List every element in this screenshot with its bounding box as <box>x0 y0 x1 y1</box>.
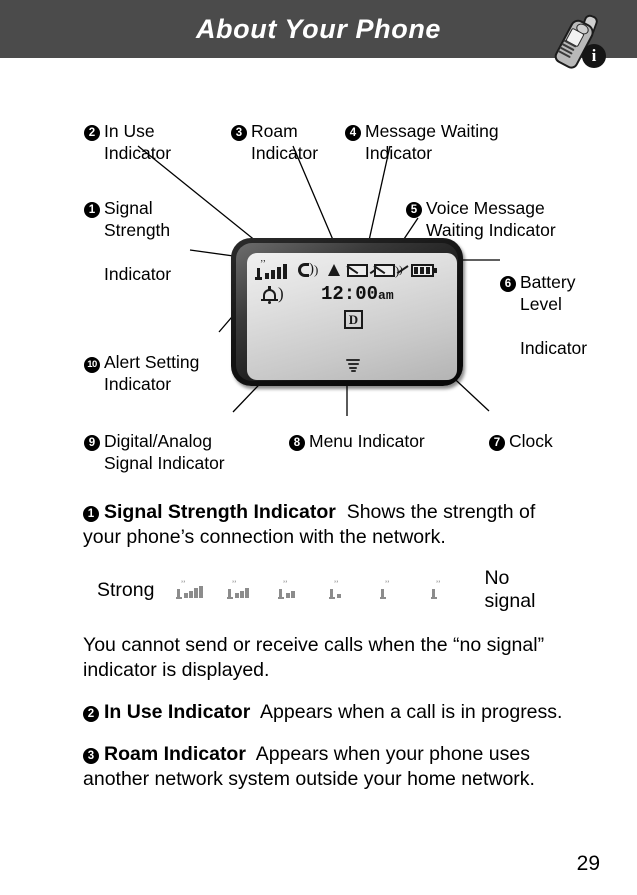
entry-in-use: 2 In Use Indicator Appears when a call is… <box>83 700 563 725</box>
callout-number: 8 <box>289 435 305 451</box>
message-waiting-icon <box>346 260 382 280</box>
callout-label-line1: Battery <box>520 272 576 292</box>
phone-indicator-diagram: 2 In Use Indicator 3 Roam Indicator 4 Messa… <box>0 58 637 488</box>
callout-label-line2: Signal Indicator <box>104 453 225 473</box>
lcd-status-bar: ’’ ) ))) <box>255 258 451 282</box>
callout-in-use-indicator: 2 In Use Indicator <box>84 98 171 186</box>
callout-number: 7 <box>489 435 505 451</box>
callout-message-waiting-indicator: 4 Message Waiting Indicator <box>345 98 499 186</box>
callout-number: 10 <box>84 357 100 373</box>
callout-label-line2: Indicator <box>365 143 433 163</box>
callout-number: 9 <box>84 435 100 451</box>
battery-level-icon <box>411 260 438 280</box>
signal-step-0-bars-b: ’’ <box>431 580 462 599</box>
roam-icon <box>327 260 342 280</box>
lcd-clock-ampm: am <box>378 288 394 303</box>
callout-label-line3: Indicator <box>520 338 588 358</box>
callout-label-line2: Indicator <box>104 143 172 163</box>
page-number: 29 <box>576 852 600 875</box>
entry-text: Appears when a call is in progress. <box>260 701 563 723</box>
lcd-clock: 12:00am <box>321 283 394 305</box>
callout-label-line1: Digital/Analog <box>104 431 212 451</box>
callout-label-line1: In Use <box>104 121 155 141</box>
page-header-bar: About Your Phone <box>0 0 637 58</box>
phone-bezel-inner: ’’ ) )))) 12:00am D <box>236 243 458 381</box>
callout-label-line2: Strength <box>104 220 171 240</box>
callout-label-line2: Indicator <box>251 143 319 163</box>
callout-alert-setting-indicator: 10 Alert Setting Indicator <box>84 329 199 417</box>
scale-left-label: Strong <box>97 578 155 601</box>
callout-battery-level-indicator: 6 Battery Level Indicator <box>500 249 587 381</box>
no-signal-note: You cannot send or receive calls when th… <box>83 634 545 681</box>
signal-strength-icon: ’’ <box>255 260 293 280</box>
callout-menu-indicator: 8 Menu Indicator <box>289 408 425 452</box>
callout-label-line1: Alert Setting <box>104 352 200 372</box>
callout-label-line1: Clock <box>509 431 553 451</box>
voice-message-waiting-icon: ) ) <box>373 260 409 280</box>
callout-label-line1: Signal <box>104 198 153 218</box>
page-title: About Your Phone <box>195 14 442 44</box>
phone-lcd-screen: ’’ ) )))) 12:00am D <box>247 253 457 380</box>
signal-step-2-bars: ’’ <box>278 580 309 599</box>
callout-label-line2: Level <box>520 294 562 314</box>
alert-bell-icon: ) <box>261 284 291 305</box>
scale-steps: ’’ ’’ ’’ ’’ ’’ ’’ <box>176 580 462 599</box>
menu-indicator-icon <box>346 359 360 373</box>
callout-signal-strength-indicator: 1 Signal Strength Indicator <box>84 175 171 307</box>
callout-number: 4 <box>345 125 361 141</box>
callout-label-line1: Message Waiting <box>365 121 499 141</box>
entry-term: Roam Indicator <box>104 743 246 765</box>
callout-number: 6 <box>500 276 516 292</box>
signal-step-0-bars-a: ’’ <box>380 580 411 599</box>
scale-right-label: No signal <box>484 567 536 612</box>
callout-number: 2 <box>84 125 100 141</box>
lcd-second-row: ) 12:00am <box>255 283 451 307</box>
entry-term: In Use Indicator <box>104 701 251 723</box>
digital-analog-signal-icon: D <box>344 310 363 329</box>
callout-label-line1: Roam <box>251 121 298 141</box>
callout-digital-analog-signal-indicator: 9 Digital/Analog Signal Indicator <box>84 408 225 496</box>
entry-term: Signal Strength Indicator <box>104 501 336 523</box>
entry-number: 3 <box>83 748 99 764</box>
signal-strength-scale: Strong ’’ ’’ ’’ ’’ ’’ ’’ No signal <box>83 567 563 613</box>
phone-display-graphic: ’’ ) )))) 12:00am D <box>231 238 463 386</box>
callout-number: 3 <box>231 125 247 141</box>
callout-number: 1 <box>84 202 100 218</box>
signal-step-1-bar: ’’ <box>329 580 360 599</box>
callout-label-line1: Voice Message <box>426 198 545 218</box>
entry-roam: 3 Roam Indicator Appears when your phone … <box>83 742 563 792</box>
signal-step-4-bars: ’’ <box>176 580 207 599</box>
body-copy: 1 Signal Strength Indicator Shows the str… <box>83 500 563 809</box>
entry-signal-strength: 1 Signal Strength Indicator Shows the str… <box>83 500 563 550</box>
lcd-clock-time: 12:00 <box>321 283 379 305</box>
callout-roam-indicator: 3 Roam Indicator <box>231 98 318 186</box>
entry-number: 1 <box>83 506 99 522</box>
signal-step-3-bars: ’’ <box>227 580 258 599</box>
callout-label-line1: Menu Indicator <box>309 431 425 451</box>
callout-label-line2: Indicator <box>104 374 172 394</box>
callout-number: 5 <box>406 202 422 218</box>
entry-number: 2 <box>83 706 99 722</box>
phone-bezel: ’’ ) )))) 12:00am D <box>231 238 463 386</box>
callout-label-line3: Indicator <box>104 264 172 284</box>
in-use-icon: ) ) <box>298 260 322 280</box>
callout-clock: 7 Clock <box>489 408 553 452</box>
